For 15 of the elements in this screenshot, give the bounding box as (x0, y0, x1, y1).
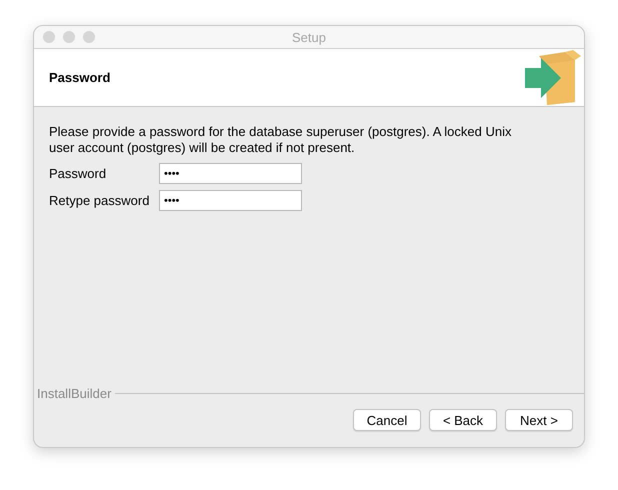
window-title: Setup (292, 30, 326, 44)
close-button[interactable] (43, 31, 55, 43)
minimize-button[interactable] (63, 31, 75, 43)
password-field[interactable]: •••• (159, 163, 302, 184)
field-label: Retype password (49, 193, 150, 208)
dialog-button[interactable]: Next > (505, 409, 573, 431)
brand-label: InstallBuilder (37, 386, 112, 401)
password-field[interactable]: •••• (159, 190, 302, 211)
dialog-button[interactable]: < Back (429, 409, 497, 431)
zoom-button[interactable] (83, 31, 95, 43)
description-text: Please provide a password for the database superuser (postgres). A locked Unix user account (postgres) will be created if not present. (49, 124, 512, 156)
page-title: Password (49, 70, 110, 85)
box-arrow-icon (525, 50, 581, 105)
field-label: Password (49, 166, 108, 181)
dialog-button[interactable]: Cancel (353, 409, 421, 431)
